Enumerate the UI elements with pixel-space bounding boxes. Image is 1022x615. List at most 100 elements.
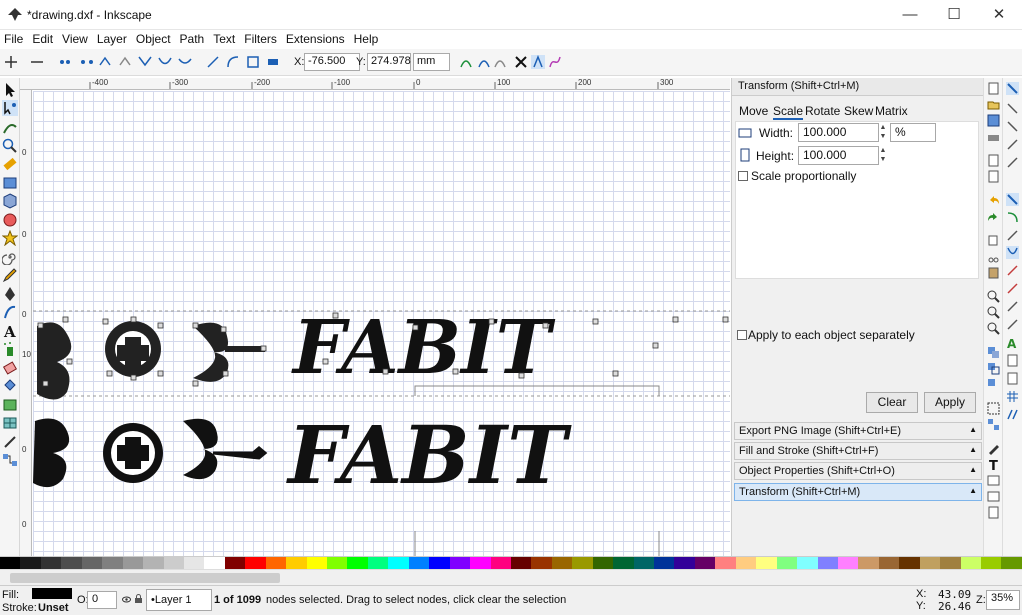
fabit-text[interactable]: FABIT xyxy=(286,408,572,502)
node-tool-icon[interactable] xyxy=(2,100,18,116)
text-font-icon[interactable]: T xyxy=(987,458,1000,471)
snap-nodes-icon[interactable] xyxy=(1006,193,1019,206)
measure-tool-icon[interactable] xyxy=(2,156,18,172)
palette-swatch[interactable] xyxy=(858,557,879,569)
zoom-drawing-icon[interactable] xyxy=(987,306,1000,319)
height-spinner[interactable]: ▲ ▼ xyxy=(879,146,887,165)
menu-file[interactable]: File xyxy=(4,30,28,49)
palette-swatch[interactable] xyxy=(899,557,920,569)
edit-path-effect-icon[interactable] xyxy=(531,55,545,69)
scale-unit-select[interactable]: % xyxy=(890,123,936,142)
snap-bbox-edge-icon[interactable] xyxy=(1006,120,1019,133)
palette-swatch[interactable] xyxy=(960,557,981,569)
snap-bbox-icon[interactable] xyxy=(1006,102,1019,115)
snap-bbox-corner-icon[interactable] xyxy=(1006,138,1019,151)
copy-icon[interactable] xyxy=(987,234,1000,247)
palette-swatch[interactable] xyxy=(183,557,205,569)
break-path-icon[interactable] xyxy=(80,55,94,69)
palette-swatch[interactable] xyxy=(817,557,838,569)
snap-grid-icon[interactable] xyxy=(1006,390,1019,403)
snap-cusp-nodes-icon[interactable] xyxy=(1006,246,1019,259)
segment-line-icon[interactable] xyxy=(206,55,220,69)
open-icon[interactable] xyxy=(987,98,1000,111)
palette-swatch[interactable] xyxy=(715,557,736,569)
spiral-tool-icon[interactable] xyxy=(2,249,18,265)
palette-swatch[interactable] xyxy=(40,557,62,569)
palette-swatch[interactable] xyxy=(654,557,675,569)
layer-select[interactable]: •Layer 1 xyxy=(146,589,212,611)
stroke-value[interactable]: Unset xyxy=(38,602,69,614)
palette-swatch[interactable] xyxy=(776,557,798,569)
palette-swatch[interactable] xyxy=(531,557,552,569)
palette-swatch[interactable] xyxy=(756,557,777,569)
snap-page-border-icon[interactable] xyxy=(1006,354,1019,367)
delete-node-icon[interactable] xyxy=(30,55,44,69)
palette-swatch[interactable] xyxy=(204,557,225,569)
apply-button[interactable]: Apply xyxy=(924,392,976,413)
unlink-clone-icon[interactable] xyxy=(987,378,1000,391)
zoom-tool-icon[interactable] xyxy=(2,138,18,154)
calligraphy-tool-icon[interactable] xyxy=(2,304,18,320)
dock-object-properties[interactable]: Object Properties (Shift+Ctrl+O) ▲ xyxy=(734,462,982,480)
width-spinner[interactable]: ▲ ▼ xyxy=(879,123,887,142)
vertical-ruler[interactable]: 0 0 0 100 0 0 xyxy=(20,90,32,556)
duplicate-icon[interactable] xyxy=(987,346,1000,359)
node-symmetric-icon[interactable] xyxy=(178,55,192,69)
palette-swatch[interactable] xyxy=(286,557,307,569)
horizontal-scrollbar[interactable] xyxy=(0,569,1022,585)
gradient-tool-icon[interactable] xyxy=(2,397,18,413)
palette-swatch[interactable] xyxy=(163,557,184,569)
menu-object[interactable]: Object xyxy=(136,30,176,49)
palette-swatch[interactable] xyxy=(735,557,757,569)
clone-icon[interactable] xyxy=(987,362,1000,375)
menu-extensions[interactable]: Extensions xyxy=(286,30,350,49)
apply-each-checkbox[interactable] xyxy=(737,330,747,340)
new-document-icon[interactable] xyxy=(987,82,1000,95)
selector-tool-icon[interactable] xyxy=(2,82,18,98)
menu-filters[interactable]: Filters xyxy=(244,30,282,49)
palette-swatch[interactable] xyxy=(878,557,900,569)
opacity-input[interactable]: 0 xyxy=(87,591,117,609)
palette-swatch[interactable] xyxy=(245,557,266,569)
palette-swatch[interactable] xyxy=(61,557,82,569)
palette-swatch[interactable] xyxy=(674,557,695,569)
menu-help[interactable]: Help xyxy=(354,30,384,49)
zoom-selection-icon[interactable] xyxy=(987,290,1000,303)
menu-layer[interactable]: Layer xyxy=(97,30,132,49)
palette-swatch[interactable] xyxy=(102,557,123,569)
tab-move[interactable]: Move xyxy=(739,104,768,118)
paste-icon[interactable] xyxy=(987,266,1000,279)
color-palette[interactable] xyxy=(0,556,1022,569)
palette-swatch[interactable] xyxy=(837,557,859,569)
drawing-area[interactable]: FABIT FABIT xyxy=(33,91,730,556)
palette-swatch[interactable] xyxy=(449,557,471,569)
drawing-canvas[interactable]: FABIT FABIT xyxy=(33,91,730,556)
palette-swatch[interactable] xyxy=(592,557,614,569)
show-clipping-path-icon[interactable] xyxy=(514,55,528,69)
palette-swatch[interactable] xyxy=(470,557,491,569)
import-icon[interactable] xyxy=(987,154,1000,167)
palette-swatch[interactable] xyxy=(633,557,654,569)
menu-view[interactable]: View xyxy=(62,30,93,49)
star-tool-icon[interactable] xyxy=(2,230,18,246)
object-to-path-icon[interactable] xyxy=(246,55,260,69)
palette-swatch[interactable] xyxy=(797,557,818,569)
3d-box-tool-icon[interactable] xyxy=(2,193,18,209)
palette-swatch[interactable] xyxy=(981,557,1002,569)
menu-path[interactable]: Path xyxy=(180,30,210,49)
group-icon[interactable] xyxy=(987,402,1000,415)
cut-icon[interactable] xyxy=(987,250,1000,263)
scale-proportionally-checkbox[interactable] xyxy=(738,171,748,181)
rectangle-tool-icon[interactable] xyxy=(2,175,18,191)
redo-icon[interactable] xyxy=(987,211,1000,224)
delete-segment-icon[interactable] xyxy=(118,55,132,69)
width-input[interactable]: 100.000 xyxy=(798,123,879,142)
segment-curve-icon[interactable] xyxy=(226,55,240,69)
horizontal-ruler[interactable]: -400 -300 -200 -100 0 100 200 300 xyxy=(20,78,730,90)
height-input[interactable]: 100.000 xyxy=(798,146,879,165)
export-icon[interactable] xyxy=(987,170,1000,183)
palette-swatch[interactable] xyxy=(919,557,941,569)
dock-export-png[interactable]: Export PNG Image (Shift+Ctrl+E) ▲ xyxy=(734,422,982,440)
tab-matrix[interactable]: Matrix xyxy=(875,104,908,118)
snap-page-icon[interactable] xyxy=(1006,372,1019,385)
